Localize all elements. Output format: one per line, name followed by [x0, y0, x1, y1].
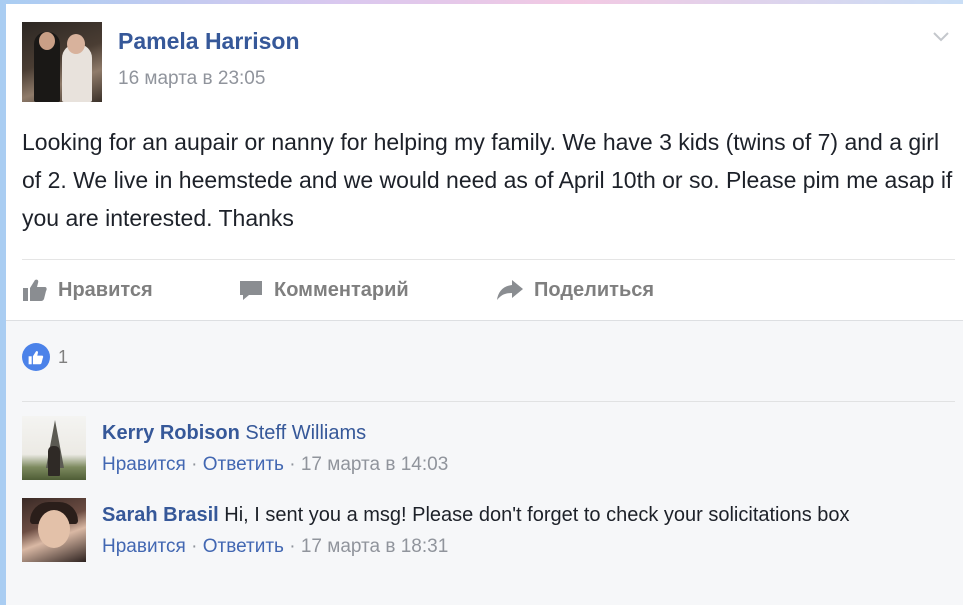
- post-card: Pamela Harrison 16 марта в 23:05 Looking…: [6, 4, 963, 605]
- comment-icon: [240, 281, 262, 300]
- commenter-avatar[interactable]: [22, 416, 86, 480]
- share-button[interactable]: Поделиться: [496, 274, 654, 306]
- reaction-summary[interactable]: 1: [22, 343, 68, 371]
- post-timestamp[interactable]: 16 марта в 23:05: [118, 68, 265, 90]
- author-avatar[interactable]: [22, 22, 102, 102]
- comment-meta: Нравится · Ответить · 17 марта в 14:03: [102, 452, 862, 478]
- comment-text: Hi, I sent you a msg! Please don't forge…: [224, 504, 850, 526]
- meta-separator: ·: [185, 454, 203, 475]
- comment-body: Kerry Robison Steff Williams Нравится · …: [102, 418, 862, 478]
- comments-section: 1 Kerry Robison Steff Williams Нравится …: [6, 320, 963, 605]
- like-button[interactable]: Нравится: [22, 274, 153, 306]
- comment-reply-link[interactable]: Ответить: [203, 536, 284, 557]
- comment-timestamp[interactable]: 17 марта в 18:31: [301, 536, 448, 557]
- commenter-avatar[interactable]: [22, 498, 86, 562]
- meta-separator: ·: [283, 454, 301, 475]
- comment-like-link[interactable]: Нравится: [102, 454, 186, 475]
- reaction-count: 1: [58, 346, 69, 367]
- chevron-down-icon[interactable]: [931, 26, 951, 46]
- comment-body: Sarah Brasil Hi, I sent you a msg! Pleas…: [102, 500, 862, 560]
- divider: [22, 259, 955, 260]
- author-name[interactable]: Pamela Harrison: [118, 28, 300, 55]
- comment-like-link[interactable]: Нравится: [102, 536, 186, 557]
- meta-separator: ·: [283, 536, 301, 557]
- divider: [22, 401, 955, 402]
- share-icon: [497, 280, 523, 300]
- comment-author[interactable]: Kerry Robison: [102, 422, 240, 444]
- post-text: Looking for an aupair or nanny for helpi…: [22, 129, 953, 231]
- comment-button[interactable]: Комментарий: [238, 274, 409, 306]
- like-icon: [22, 343, 50, 371]
- meta-separator: ·: [185, 536, 203, 557]
- comment-author[interactable]: Sarah Brasil: [102, 504, 219, 526]
- thumbs-up-icon: [23, 279, 47, 301]
- tagged-user[interactable]: Steff Williams: [245, 422, 366, 444]
- comment-timestamp[interactable]: 17 марта в 14:03: [301, 454, 448, 475]
- share-label: Поделиться: [534, 278, 655, 301]
- comment-meta: Нравится · Ответить · 17 марта в 18:31: [102, 534, 862, 560]
- comment-label: Комментарий: [274, 278, 409, 301]
- like-label: Нравится: [58, 278, 153, 301]
- comment-reply-link[interactable]: Ответить: [203, 454, 284, 475]
